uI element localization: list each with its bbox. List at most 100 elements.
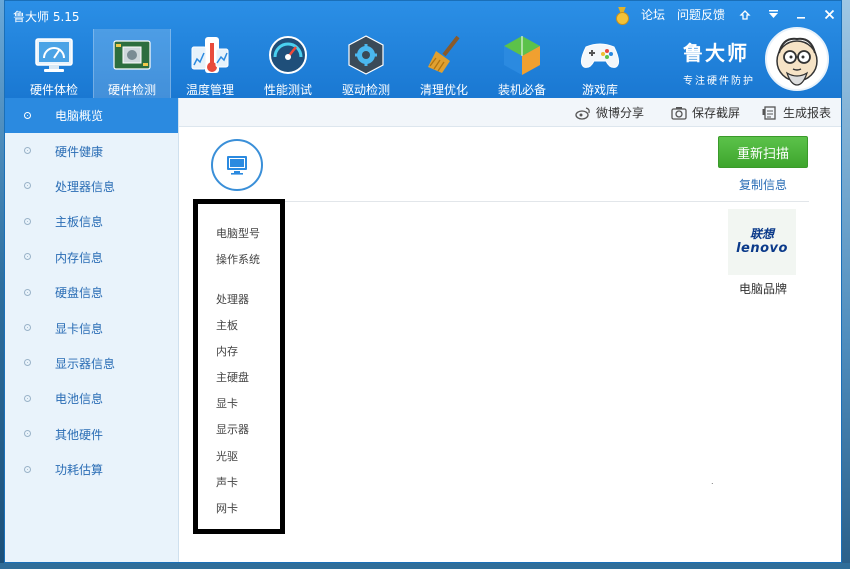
bullet-icon bbox=[24, 111, 31, 119]
sidebar-item-label: 硬件健康 bbox=[55, 144, 104, 159]
sidebar-item-label: 电脑概览 bbox=[55, 109, 104, 124]
nav-label: 装机必备 bbox=[497, 83, 546, 97]
info-label-motherboard: 主板 bbox=[216, 319, 238, 332]
nav-item-cleanup[interactable]: 清理优化 bbox=[405, 29, 483, 98]
sidebar-item-label: 其他硬件 bbox=[55, 427, 104, 442]
speedometer-icon bbox=[269, 36, 307, 74]
report-icon bbox=[762, 105, 776, 120]
info-label-monitor: 显示器 bbox=[216, 423, 249, 436]
sidebar-item-label: 硬盘信息 bbox=[55, 286, 104, 301]
weibo-icon bbox=[575, 106, 590, 120]
sidebar-item-label: 显示器信息 bbox=[55, 356, 116, 371]
sidebar-item-overview[interactable]: 电脑概览 bbox=[5, 98, 178, 134]
sidebar-item-motherboard[interactable]: 主板信息 bbox=[5, 204, 178, 239]
desktop-background-bottom bbox=[0, 563, 850, 569]
sidebar-item-other-hardware[interactable]: 其他硬件 bbox=[5, 417, 178, 452]
app-title: 鲁大师 5.15 bbox=[13, 10, 80, 24]
mascot-icon bbox=[776, 37, 818, 86]
desktop-background-right bbox=[842, 0, 850, 569]
weibo-share-label: 微博分享 bbox=[596, 106, 645, 120]
info-label-computer-model: 电脑型号 bbox=[216, 227, 260, 240]
sidebar-item-label: 内存信息 bbox=[55, 250, 104, 265]
gear-cube-icon bbox=[348, 35, 384, 75]
bullet-icon bbox=[24, 324, 31, 332]
medal-icon[interactable] bbox=[615, 7, 629, 25]
brand-name: 鲁大师 bbox=[683, 41, 749, 65]
screen: 鲁大师 5.15 论坛 问题反馈 硬件体检 硬件检测 温度管理 性能测试 驱动检… bbox=[0, 0, 850, 569]
sidebar-item-monitor[interactable]: 显示器信息 bbox=[5, 346, 178, 381]
save-screenshot-label: 保存截屏 bbox=[692, 106, 741, 120]
save-screenshot-button[interactable]: 保存截屏 bbox=[671, 104, 740, 121]
bullet-icon bbox=[24, 147, 31, 155]
generate-report-label: 生成报表 bbox=[783, 106, 832, 120]
speck-mark: . bbox=[711, 477, 714, 486]
nav-item-hardware-detection[interactable]: 硬件检测 bbox=[93, 29, 171, 98]
sidebar-item-memory[interactable]: 内存信息 bbox=[5, 240, 178, 275]
bullet-icon bbox=[24, 288, 31, 296]
forum-link[interactable]: 论坛 bbox=[641, 6, 665, 23]
sidebar-item-battery[interactable]: 电池信息 bbox=[5, 381, 178, 416]
logo-text-en: lenovo bbox=[736, 241, 788, 256]
menu-icon[interactable] bbox=[765, 7, 781, 23]
sidebar-item-cpu[interactable]: 处理器信息 bbox=[5, 169, 178, 204]
sidebar-item-hardware-health[interactable]: 硬件健康 bbox=[5, 133, 178, 168]
title-bar-controls: 论坛 问题反馈 bbox=[615, 6, 837, 25]
info-label-sound-card: 声卡 bbox=[216, 476, 238, 489]
lenovo-logo: 联想 lenovo bbox=[728, 209, 796, 275]
info-label-optical-drive: 光驱 bbox=[216, 450, 238, 463]
toolbar: 微博分享 保存截屏 生成报表 bbox=[179, 98, 841, 127]
logo-text-cn: 联想 bbox=[749, 227, 774, 241]
bullet-icon bbox=[24, 253, 31, 261]
main-nav: 硬件体检 硬件检测 温度管理 性能测试 驱动检测 清理优化 装机必备 游戏库 bbox=[15, 29, 639, 98]
nav-label: 游戏库 bbox=[581, 83, 618, 97]
sidebar-item-label: 主板信息 bbox=[55, 215, 104, 230]
nav-label: 性能测试 bbox=[263, 83, 312, 97]
generate-report-button[interactable]: 生成报表 bbox=[762, 104, 831, 121]
bullet-icon bbox=[24, 182, 31, 190]
nav-item-essentials[interactable]: 装机必备 bbox=[483, 29, 561, 98]
sidebar-item-power-estimate[interactable]: 功耗估算 bbox=[5, 452, 178, 487]
main-content: 重新扫描 复制信息 电脑型号 操作系统 处理器 主板 内存 主硬盘 显卡 显示器… bbox=[179, 127, 841, 562]
nav-label: 驱动检测 bbox=[341, 83, 390, 97]
copy-info-link[interactable]: 复制信息 bbox=[739, 176, 787, 193]
hardware-info-list: 电脑型号 操作系统 处理器 主板 内存 主硬盘 显卡 显示器 光驱 声卡 网卡 bbox=[193, 199, 285, 534]
chip-board-icon bbox=[113, 40, 151, 70]
bullet-icon bbox=[24, 217, 31, 225]
camera-icon bbox=[671, 106, 687, 120]
info-label-network-card: 网卡 bbox=[216, 502, 238, 515]
info-label-memory: 内存 bbox=[216, 345, 238, 358]
nav-label: 硬件体检 bbox=[29, 83, 78, 97]
nav-item-game-library[interactable]: 游戏库 bbox=[561, 29, 639, 98]
info-label-graphics: 显卡 bbox=[216, 397, 238, 410]
nav-item-performance[interactable]: 性能测试 bbox=[249, 29, 327, 98]
mascot-avatar[interactable] bbox=[765, 27, 829, 91]
feedback-link[interactable]: 问题反馈 bbox=[677, 6, 725, 23]
brand-slogan: 专注硬件防护 bbox=[683, 76, 755, 87]
minimize-icon[interactable] bbox=[793, 7, 809, 23]
nav-label: 硬件检测 bbox=[107, 83, 156, 97]
divider bbox=[197, 201, 809, 202]
close-icon[interactable] bbox=[821, 7, 837, 23]
nav-label: 温度管理 bbox=[185, 83, 234, 97]
brand: 鲁大师 专注硬件防护 bbox=[683, 37, 755, 87]
info-label-os: 操作系统 bbox=[216, 253, 260, 266]
sidebar: 电脑概览 硬件健康 处理器信息 主板信息 内存信息 硬盘信息 显卡信息 显示器信… bbox=[5, 98, 179, 562]
info-label-cpu: 处理器 bbox=[216, 293, 249, 306]
cube-icon bbox=[504, 36, 540, 75]
sidebar-item-disk[interactable]: 硬盘信息 bbox=[5, 275, 178, 310]
bullet-icon bbox=[24, 430, 31, 438]
weibo-share-button[interactable]: 微博分享 bbox=[575, 104, 644, 121]
nav-label: 清理优化 bbox=[419, 83, 468, 97]
nav-item-driver[interactable]: 驱动检测 bbox=[327, 29, 405, 98]
gamepad-icon bbox=[580, 43, 620, 68]
rescan-button[interactable]: 重新扫描 bbox=[718, 136, 808, 168]
nav-item-temperature[interactable]: 温度管理 bbox=[171, 29, 249, 98]
header: 鲁大师 5.15 论坛 问题反馈 硬件体检 硬件检测 温度管理 性能测试 驱动检… bbox=[5, 1, 841, 98]
nav-item-hardware-checkup[interactable]: 硬件体检 bbox=[15, 29, 93, 98]
sidebar-item-label: 处理器信息 bbox=[55, 179, 116, 194]
sidebar-item-graphics[interactable]: 显卡信息 bbox=[5, 310, 178, 345]
skin-icon[interactable] bbox=[737, 7, 753, 23]
bullet-icon bbox=[24, 359, 31, 367]
bullet-icon bbox=[24, 465, 31, 473]
monitor-icon bbox=[227, 156, 247, 175]
